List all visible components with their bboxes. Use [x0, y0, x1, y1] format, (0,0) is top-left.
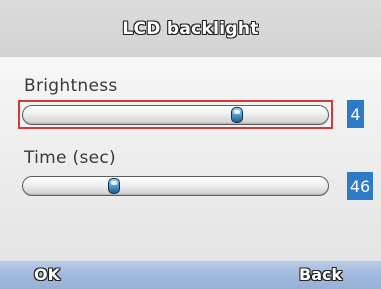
lcd-backlight-screen: LCD backlight Brightness 4 Time (sec) 46…: [0, 0, 381, 289]
brightness-slider-thumb[interactable]: [231, 107, 244, 123]
brightness-value: 4: [347, 100, 364, 128]
ok-softkey[interactable]: OK: [34, 265, 60, 284]
softkey-bar: OK Back: [0, 261, 381, 289]
time-slider[interactable]: [22, 176, 329, 196]
brightness-label: Brightness: [24, 76, 118, 96]
brightness-slider[interactable]: [22, 105, 329, 125]
time-slider-thumb[interactable]: [107, 178, 120, 194]
screen-title: LCD backlight: [122, 18, 259, 39]
title-bar: LCD backlight: [0, 0, 381, 57]
time-value: 46: [347, 172, 373, 200]
time-label: Time (sec): [24, 148, 116, 168]
back-softkey[interactable]: Back: [299, 265, 342, 284]
